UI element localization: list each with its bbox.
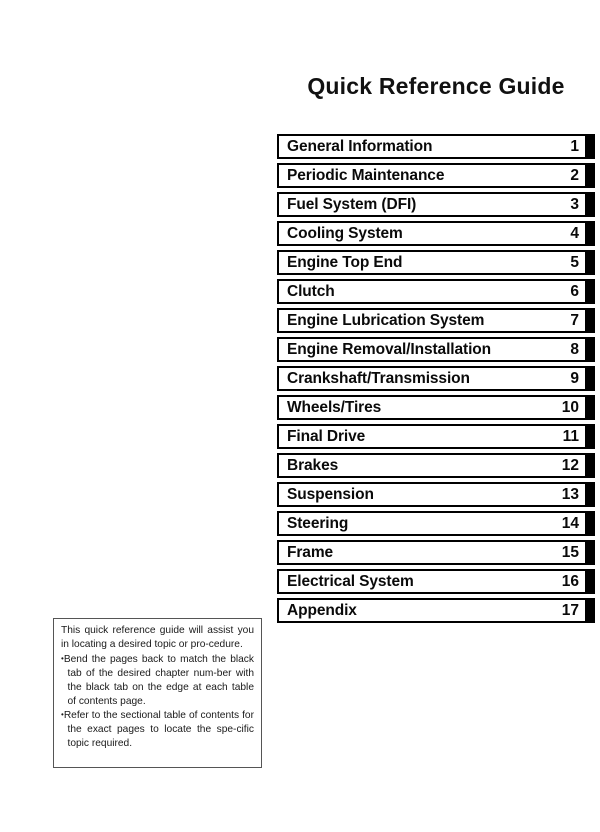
usage-note-box: This quick reference guide will assist y… <box>53 618 262 768</box>
chapter-title: General Information <box>287 137 433 155</box>
chapter-number: 17 <box>561 601 579 619</box>
chapter-number: 11 <box>562 427 579 445</box>
chapter-row[interactable]: Engine Lubrication System 7 <box>277 308 595 333</box>
page-title: Quick Reference Guide <box>307 73 565 100</box>
chapter-number: 14 <box>561 514 579 532</box>
chapter-entry[interactable]: General Information 1 <box>277 134 587 159</box>
black-edge-tab <box>587 453 595 478</box>
note-bullet-item: Refer to the sectional table of contents… <box>61 708 254 751</box>
black-edge-tab <box>587 308 595 333</box>
chapter-number: 8 <box>570 340 579 358</box>
black-edge-tab <box>587 540 595 565</box>
chapter-row[interactable]: Cooling System 4 <box>277 221 595 246</box>
chapter-number: 15 <box>561 543 579 561</box>
black-edge-tab <box>587 192 595 217</box>
chapter-row[interactable]: Electrical System 16 <box>277 569 595 594</box>
black-edge-tab <box>587 134 595 159</box>
black-edge-tab <box>587 163 595 188</box>
chapter-number: 16 <box>561 572 579 590</box>
chapter-number: 12 <box>561 456 579 474</box>
chapter-title: Wheels/Tires <box>287 398 382 416</box>
chapter-row[interactable]: Engine Top End 5 <box>277 250 595 275</box>
chapter-title: Final Drive <box>287 427 366 445</box>
chapter-title: Engine Lubrication System <box>287 311 485 329</box>
chapter-row[interactable]: Appendix 17 <box>277 598 595 623</box>
chapter-number: 2 <box>570 166 579 184</box>
chapter-entry[interactable]: Brakes 12 <box>277 453 587 478</box>
chapter-title: Engine Top End <box>287 253 403 271</box>
black-edge-tab <box>587 366 595 391</box>
chapter-title: Engine Removal/Installation <box>287 340 492 358</box>
chapter-number: 5 <box>570 253 579 271</box>
chapter-index-table: General Information 1 Periodic Maintenance… <box>277 134 595 627</box>
chapter-row[interactable]: General Information 1 <box>277 134 595 159</box>
chapter-number: 6 <box>570 282 579 300</box>
chapter-entry[interactable]: Appendix 17 <box>277 598 587 623</box>
chapter-title: Crankshaft/Transmission <box>287 369 470 387</box>
chapter-entry[interactable]: Suspension 13 <box>277 482 587 507</box>
chapter-row[interactable]: Engine Removal/Installation 8 <box>277 337 595 362</box>
chapter-row[interactable]: Final Drive 11 <box>277 424 595 449</box>
black-edge-tab <box>587 250 595 275</box>
chapter-entry[interactable]: Wheels/Tires 10 <box>277 395 587 420</box>
chapter-row[interactable]: Brakes 12 <box>277 453 595 478</box>
chapter-number: 10 <box>561 398 579 416</box>
chapter-number: 9 <box>570 369 579 387</box>
chapter-title: Brakes <box>287 456 339 474</box>
chapter-number: 4 <box>570 224 579 242</box>
black-edge-tab <box>587 482 595 507</box>
chapter-title: Periodic Maintenance <box>287 166 445 184</box>
note-intro-paragraph: This quick reference guide will assist y… <box>61 625 254 650</box>
black-edge-tab <box>587 598 595 623</box>
chapter-title: Suspension <box>287 485 374 503</box>
note-bullet-item: Bend the pages back to match the black t… <box>61 652 254 709</box>
chapter-entry[interactable]: Fuel System (DFI) 3 <box>277 192 587 217</box>
black-edge-tab <box>587 424 595 449</box>
chapter-row[interactable]: Wheels/Tires 10 <box>277 395 595 420</box>
chapter-number: 13 <box>561 485 579 503</box>
chapter-row[interactable]: Steering 14 <box>277 511 595 536</box>
chapter-entry[interactable]: Periodic Maintenance 2 <box>277 163 587 188</box>
chapter-title: Clutch <box>287 282 335 300</box>
chapter-entry[interactable]: Steering 14 <box>277 511 587 536</box>
chapter-number: 3 <box>570 195 579 213</box>
black-edge-tab <box>587 569 595 594</box>
chapter-row[interactable]: Periodic Maintenance 2 <box>277 163 595 188</box>
chapter-entry[interactable]: Engine Top End 5 <box>277 250 587 275</box>
chapter-entry[interactable]: Engine Removal/Installation 8 <box>277 337 587 362</box>
chapter-title: Electrical System <box>287 572 414 590</box>
black-edge-tab <box>587 279 595 304</box>
chapter-entry[interactable]: Crankshaft/Transmission 9 <box>277 366 587 391</box>
chapter-entry[interactable]: Engine Lubrication System 7 <box>277 308 587 333</box>
chapter-row[interactable]: Suspension 13 <box>277 482 595 507</box>
chapter-title: Frame <box>287 543 334 561</box>
chapter-row[interactable]: Clutch 6 <box>277 279 595 304</box>
chapter-number: 7 <box>570 311 579 329</box>
black-edge-tab <box>587 395 595 420</box>
chapter-entry[interactable]: Final Drive 11 <box>277 424 587 449</box>
chapter-entry[interactable]: Clutch 6 <box>277 279 587 304</box>
chapter-row[interactable]: Fuel System (DFI) 3 <box>277 192 595 217</box>
chapter-title: Fuel System (DFI) <box>287 195 417 213</box>
chapter-entry[interactable]: Electrical System 16 <box>277 569 587 594</box>
chapter-number: 1 <box>570 137 579 155</box>
black-edge-tab <box>587 221 595 246</box>
chapter-title: Steering <box>287 514 349 532</box>
chapter-row[interactable]: Crankshaft/Transmission 9 <box>277 366 595 391</box>
chapter-entry[interactable]: Frame 15 <box>277 540 587 565</box>
black-edge-tab <box>587 337 595 362</box>
chapter-title: Cooling System <box>287 224 403 242</box>
black-edge-tab <box>587 511 595 536</box>
chapter-row[interactable]: Frame 15 <box>277 540 595 565</box>
chapter-entry[interactable]: Cooling System 4 <box>277 221 587 246</box>
chapter-title: Appendix <box>287 601 357 619</box>
